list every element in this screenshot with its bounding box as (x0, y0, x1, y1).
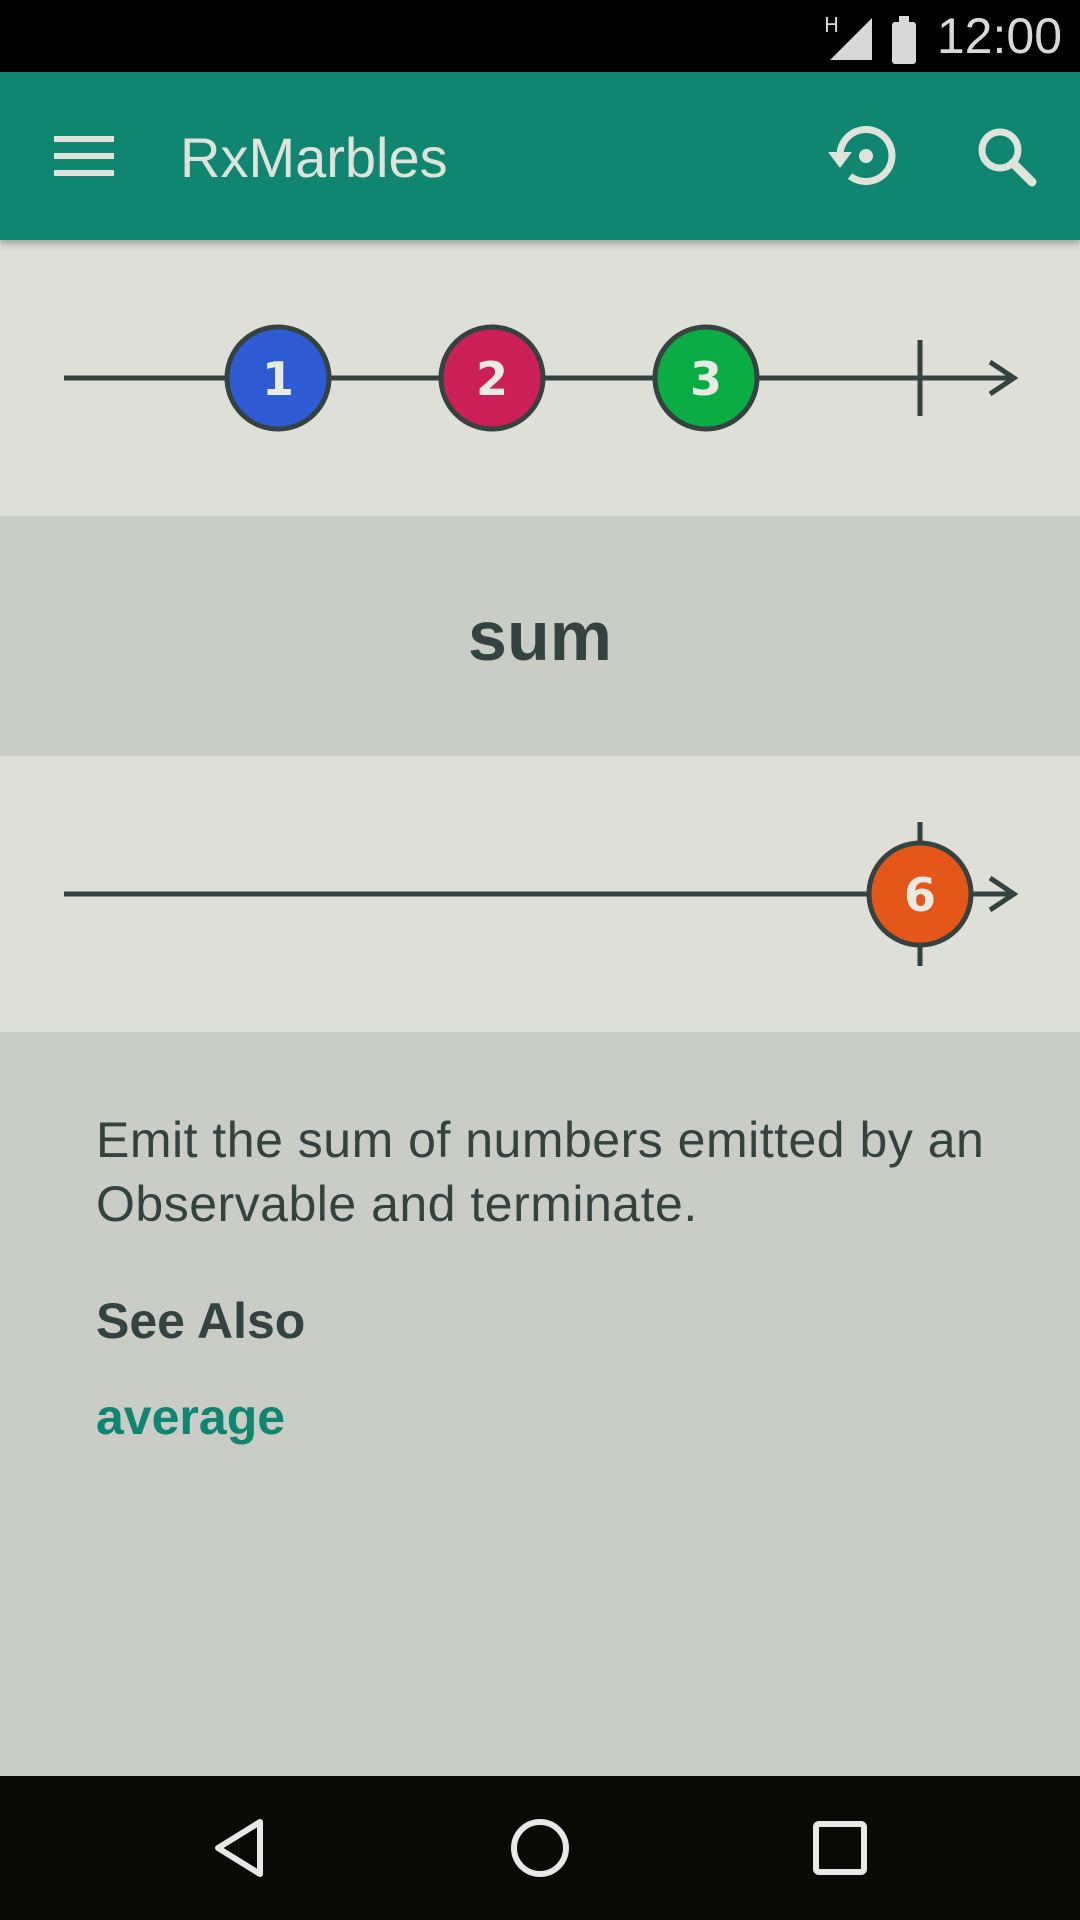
output-timeline: 6 (64, 822, 1019, 966)
home-button[interactable] (500, 1808, 580, 1888)
recents-button[interactable] (800, 1808, 880, 1888)
recents-icon (813, 1821, 867, 1875)
app-bar: RxMarbles (0, 72, 1080, 240)
navigation-bar (0, 1776, 1080, 1920)
search-icon (978, 128, 1037, 187)
description-panel: Emit the sum of numbers emitted by an Ob… (0, 1032, 1080, 1776)
menu-icon (54, 136, 114, 176)
marble-1[interactable]: 1 (224, 324, 332, 432)
history-button[interactable] (818, 112, 906, 200)
input-timeline: 1 2 3 (64, 324, 1019, 432)
app-title: RxMarbles (180, 126, 448, 189)
marble-6: 6 (866, 840, 974, 948)
marble-6-label: 6 (904, 868, 936, 922)
see-also-link-average[interactable]: average (96, 1388, 285, 1446)
menu-button[interactable] (40, 120, 128, 192)
operator-description: Emit the sum of numbers emitted by an Ob… (96, 1112, 985, 1232)
status-icons: H (824, 13, 916, 64)
marble-3[interactable]: 3 (652, 324, 760, 432)
home-icon (511, 1819, 569, 1877)
status-bar: H 12:00 (0, 0, 1080, 72)
battery-icon (892, 16, 916, 64)
network-type-label: H (824, 13, 839, 37)
search-button[interactable] (962, 112, 1050, 200)
back-button[interactable] (200, 1808, 280, 1888)
marble-1-label: 1 (262, 352, 294, 406)
marble-2[interactable]: 2 (438, 324, 546, 432)
operator-panel: sum (0, 516, 1080, 756)
marble-2-label: 2 (476, 352, 508, 406)
back-icon (215, 1819, 263, 1877)
status-time: 12:00 (936, 8, 1062, 64)
output-stream: 6 (0, 756, 1080, 1032)
operator-name: sum (468, 597, 612, 675)
marble-3-label: 3 (690, 352, 722, 406)
history-icon (828, 126, 896, 185)
input-stream: 1 2 3 (0, 240, 1080, 516)
see-also-heading: See Also (96, 1293, 306, 1349)
